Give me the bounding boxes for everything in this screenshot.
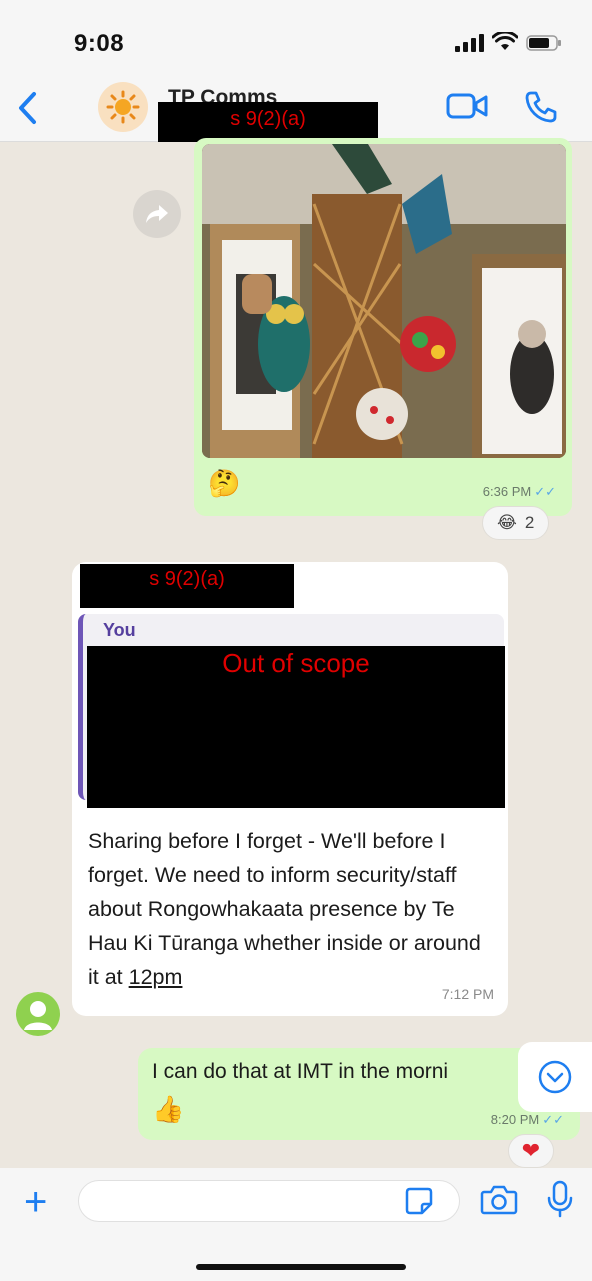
chat-header: TP Comms s 9(2)(a)	[0, 70, 592, 142]
timestamp-text: 6:36 PM	[482, 484, 532, 499]
reaction-badge[interactable]: 😂 2	[482, 506, 550, 540]
thinking-emoji: 🤔	[208, 468, 241, 498]
outgoing-message[interactable]: I can do that at IMT in the morni 👍 8:20…	[138, 1048, 580, 1140]
message-timestamp: 7:12 PM	[441, 986, 494, 1002]
signal-icon	[455, 34, 484, 52]
reaction-count: 2	[524, 513, 535, 532]
redaction-box: Out of scope	[87, 646, 505, 808]
time-link[interactable]: 12pm	[129, 965, 183, 989]
phone-call-icon[interactable]	[524, 90, 558, 124]
laughing-emoji: 😂	[497, 513, 517, 532]
forward-button[interactable]	[133, 190, 181, 238]
back-chevron-icon[interactable]	[16, 90, 40, 126]
image-message[interactable]: 🤔 6:36 PM ✓✓	[194, 138, 572, 516]
quoted-reply[interactable]: You Out of scope	[78, 614, 505, 808]
status-bar: 9:08	[0, 0, 592, 70]
quote-author: You	[103, 620, 136, 640]
status-time: 9:08	[74, 30, 125, 57]
message-list[interactable]: 🤔 6:36 PM ✓✓ 😂 2 s 9(2)(a) You Out of sco…	[0, 138, 592, 1172]
reaction-badge[interactable]: ❤	[508, 1134, 554, 1168]
redaction-box: s 9(2)(a)	[80, 564, 294, 608]
redaction-box: s 9(2)(a)	[158, 102, 378, 142]
message-timestamp: 8:20 PM ✓✓	[491, 1112, 564, 1128]
phone-screen: 9:08 TP Comms s 9(2)(a) 🤔 6:36 PM ✓✓ 😂 2…	[0, 0, 592, 1281]
read-receipt-icon: ✓✓	[542, 1112, 564, 1127]
scroll-to-bottom-button[interactable]	[518, 1042, 592, 1112]
sun-icon	[106, 90, 140, 124]
message-text: Sharing before I forget - We'll before I…	[88, 824, 492, 994]
message-timestamp: 6:36 PM ✓✓	[483, 484, 556, 500]
camera-icon[interactable]	[480, 1184, 518, 1216]
sticker-icon[interactable]	[404, 1186, 434, 1216]
wifi-icon	[492, 32, 518, 50]
video-call-icon[interactable]	[446, 92, 488, 120]
forward-arrow-icon	[146, 205, 168, 223]
shared-photo[interactable]	[202, 144, 566, 458]
heart-emoji: ❤	[521, 1138, 541, 1163]
sender-avatar[interactable]	[16, 992, 60, 1036]
attach-plus-icon[interactable]: +	[24, 1182, 47, 1222]
home-indicator[interactable]	[196, 1264, 406, 1270]
status-icons	[455, 32, 562, 52]
read-receipt-icon: ✓✓	[534, 484, 556, 499]
message-input[interactable]	[78, 1180, 460, 1222]
contact-avatar[interactable]	[98, 82, 148, 132]
battery-icon	[526, 35, 561, 51]
photo-content	[202, 144, 566, 458]
composer-bar: +	[0, 1168, 592, 1281]
thumbs-up-emoji: 👍	[152, 1094, 185, 1124]
incoming-message[interactable]: s 9(2)(a) You Out of scope Sharing befor…	[72, 562, 508, 1016]
microphone-icon[interactable]	[546, 1180, 574, 1218]
timestamp-text: 8:20 PM	[490, 1112, 540, 1127]
chevron-down-circle-icon	[538, 1060, 572, 1094]
message-text: I can do that at IMT in the morni	[152, 1060, 449, 1083]
person-icon	[24, 1001, 52, 1030]
